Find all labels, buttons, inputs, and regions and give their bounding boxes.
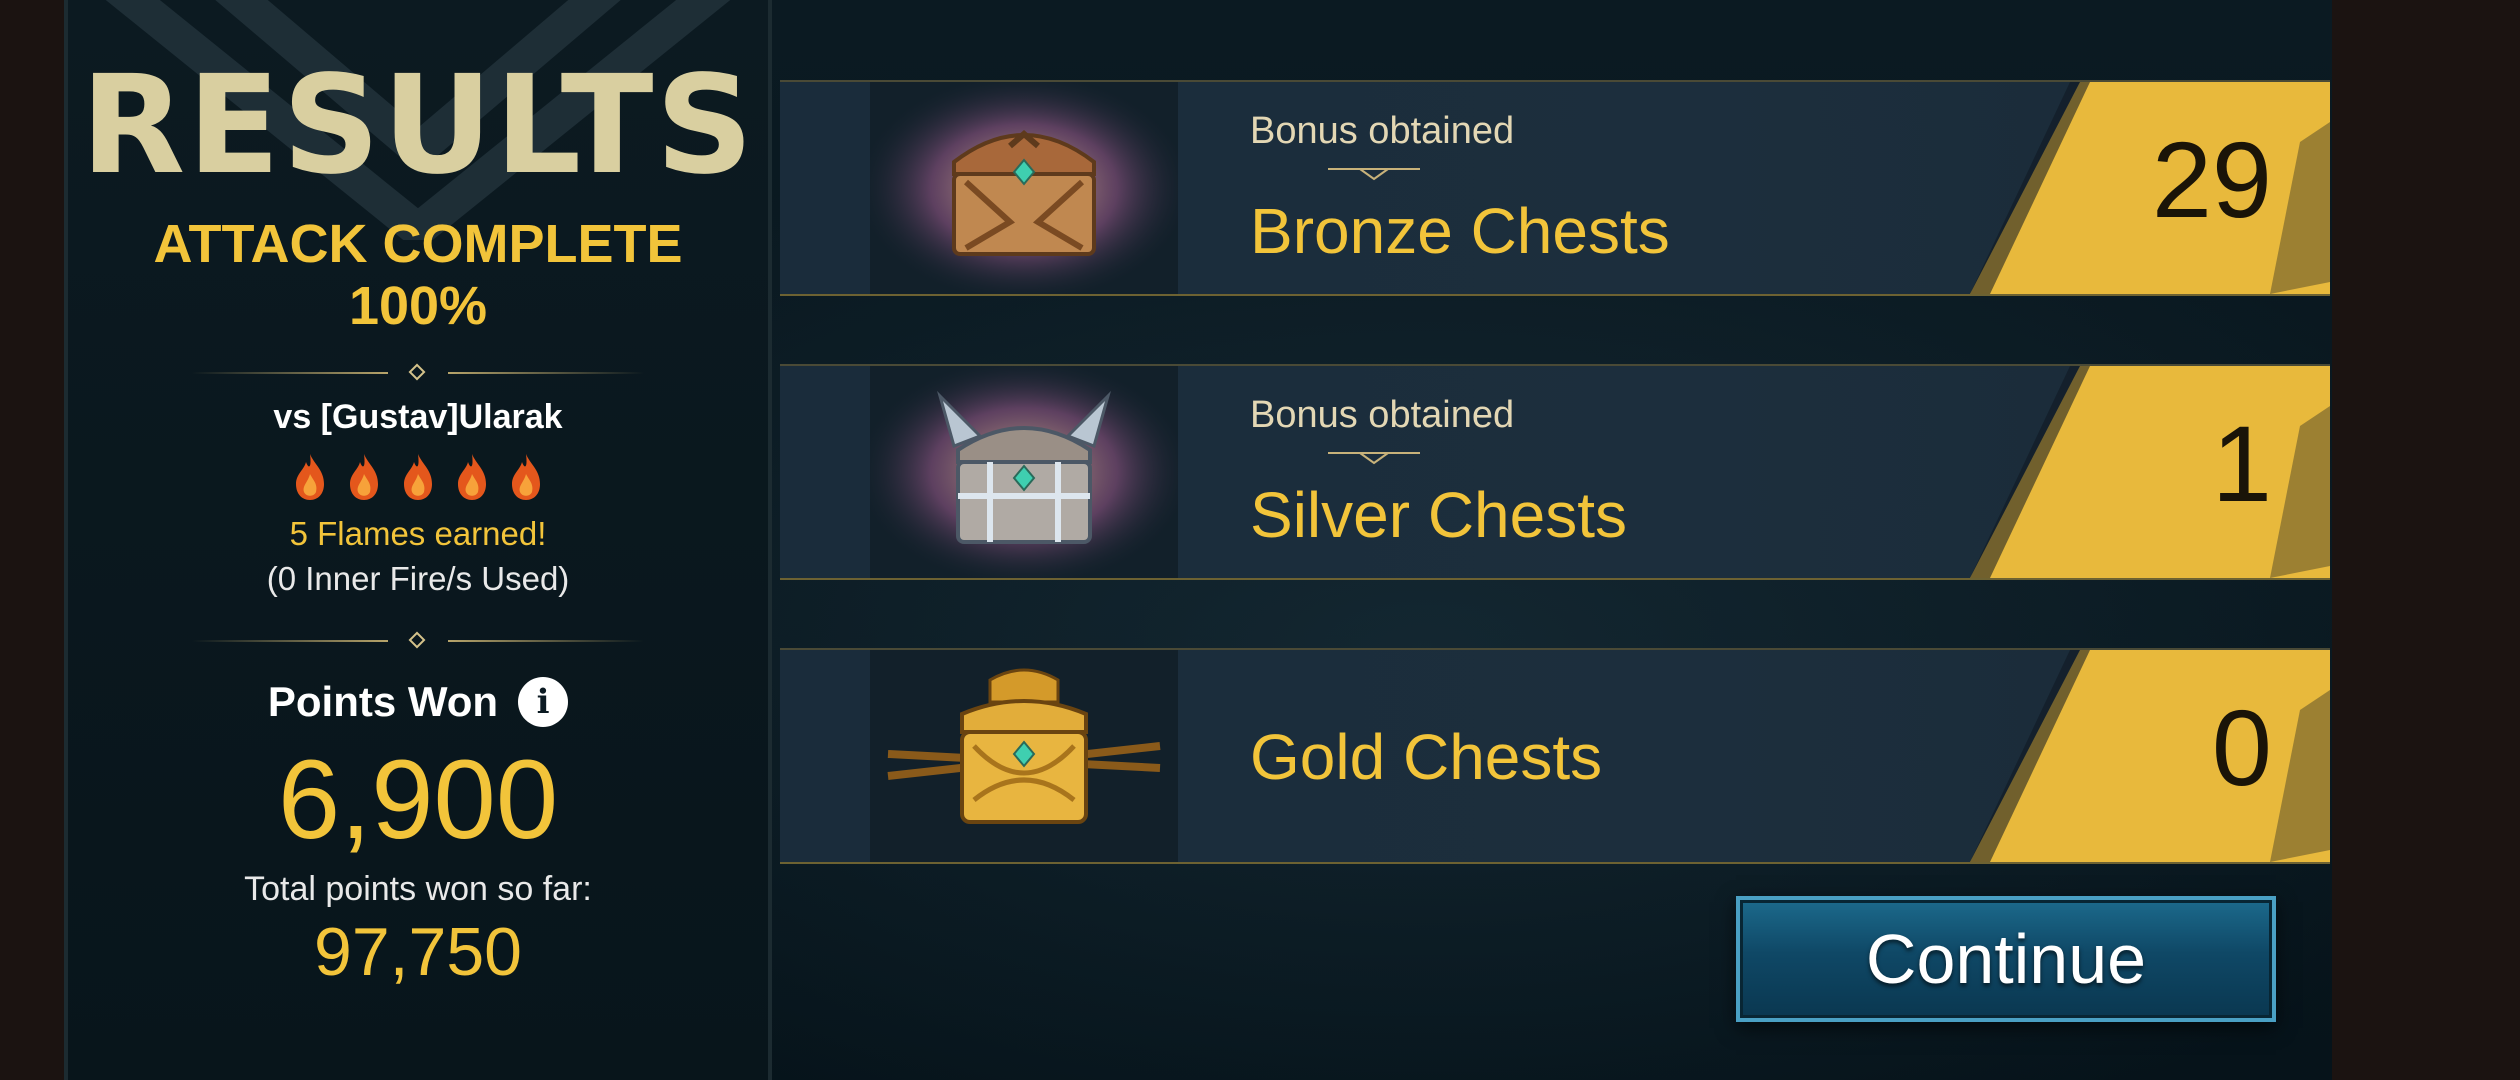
bronze-chest-icon [870,82,1178,294]
attack-percent: 100% [348,276,488,336]
info-icon[interactable]: i [518,677,569,727]
chest-name: Bronze Chests [1250,195,1670,267]
silver-chest-icon [870,366,1178,578]
left-edge-bar [0,0,64,1080]
bonus-obtained-label: Bonus obtained [1250,110,1515,152]
right-edge-bar [2332,0,2520,1080]
count-panel: 0 [1970,650,2330,862]
chest-name: Gold Chests [1250,721,1603,793]
attack-complete-label: ATTACK COMPLETE [153,214,683,274]
gold-chest-icon [870,650,1178,862]
flame-icon [296,454,324,500]
chest-count: 1 [2211,403,2272,524]
results-title: RESULTS [80,47,756,205]
bonus-obtained-label: Bonus obtained [1250,394,1515,436]
results-panel: RESULTS ATTACK COMPLETE 100% vs [Gustav]… [64,0,772,1080]
inner-fire-text: (0 Inner Fire/s Used) [266,560,570,597]
chevron-down-icon [1328,452,1420,465]
flame-icon [404,454,432,500]
chevron-down-icon [1328,168,1420,181]
count-panel: 1 [1970,366,2330,578]
points-won-row: Points Won i [68,674,768,730]
points-won-label: Points Won [267,678,499,725]
chest-row-gold: Gold Chests 0 [780,648,2330,864]
divider [192,631,644,649]
flame-icon [458,454,486,500]
chest-count: 29 [2151,119,2272,240]
count-panel: 29 [1970,82,2330,294]
chest-row-silver: Bonus obtained Silver Chests 1 [780,364,2330,580]
flames-row [68,452,768,508]
chest-row-bronze: Bonus obtained Bronze Chests 29 [780,80,2330,296]
chest-count: 0 [2211,687,2272,808]
flame-icon [512,454,540,500]
continue-button[interactable]: Continue [1736,896,2276,1022]
flame-icon [350,454,378,500]
divider [192,363,644,381]
opponent-name: vs [Gustav]Ularak [273,398,563,436]
chest-name: Silver Chests [1250,479,1627,551]
total-points-value: 97,750 [314,914,522,990]
points-won-value: 6,900 [277,737,559,862]
flames-earned-text: 5 Flames earned! [289,515,547,552]
total-points-label: Total points won so far: [244,870,592,908]
